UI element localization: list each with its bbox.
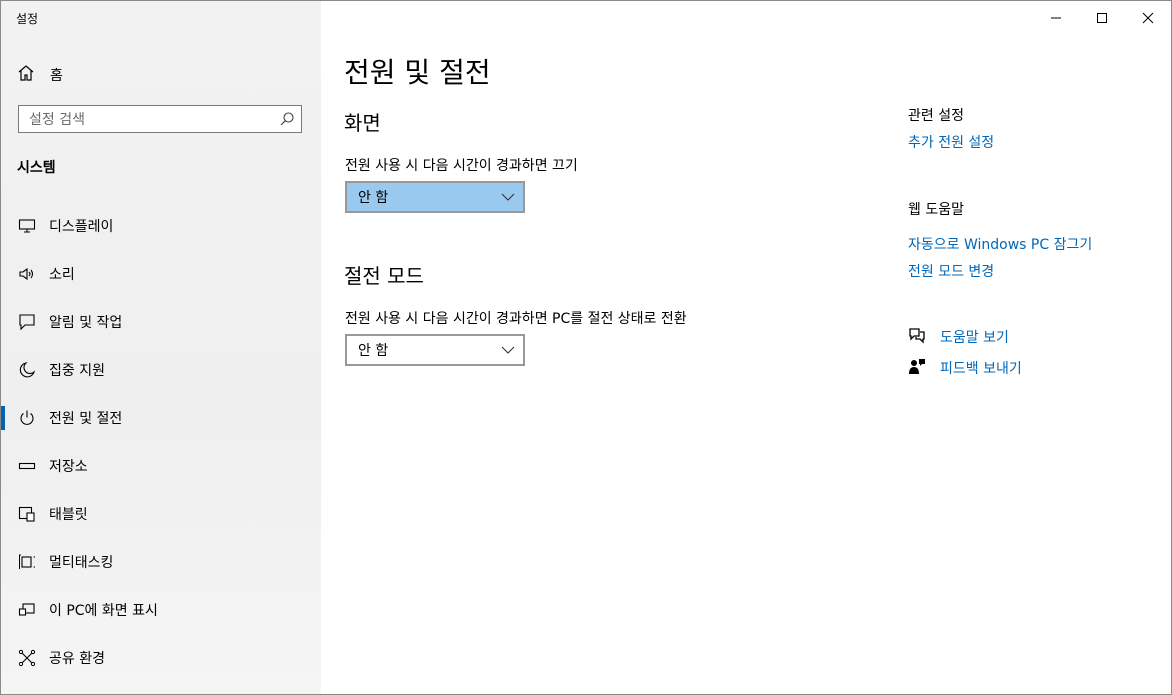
- minimize-button[interactable]: [1033, 1, 1079, 35]
- chevron-down-icon: [493, 193, 523, 201]
- get-help-label: 도움말 보기: [940, 330, 1009, 346]
- home-nav-item[interactable]: 홈: [16, 63, 63, 87]
- sidebar-item-label: 소리: [49, 267, 75, 283]
- home-label: 홈: [50, 68, 63, 84]
- multitasking-icon: [17, 552, 37, 572]
- section-title: 시스템: [17, 160, 56, 176]
- tablet-icon: [17, 504, 37, 524]
- sidebar-item-label: 저장소: [49, 459, 88, 475]
- sidebar-item-project[interactable]: 이 PC에 화면 표시: [1, 590, 321, 630]
- sidebar-item-notifications[interactable]: 알림 및 작업: [1, 302, 321, 342]
- project-icon: [17, 600, 37, 620]
- close-button[interactable]: [1125, 1, 1171, 35]
- sidebar-item-label: 이 PC에 화면 표시: [49, 603, 158, 619]
- moon-icon: [17, 360, 37, 380]
- sidebar-item-tablet[interactable]: 태블릿: [1, 494, 321, 534]
- send-feedback-label: 피드백 보내기: [940, 361, 1022, 377]
- lock-pc-link[interactable]: 자동으로 Windows PC 잠그기: [908, 234, 1092, 254]
- notification-icon: [17, 312, 37, 332]
- sidebar-item-label: 알림 및 작업: [49, 315, 123, 331]
- screen-description: 전원 사용 시 다음 시간이 경과하면 끄기: [345, 158, 578, 174]
- main-content: 전원 및 절전 화면 전원 사용 시 다음 시간이 경과하면 끄기 안 함 절전…: [322, 1, 1171, 694]
- sidebar-item-sound[interactable]: 소리: [1, 254, 321, 294]
- help-chat-icon: [908, 326, 926, 348]
- send-feedback-link[interactable]: 피드백 보내기: [908, 357, 1022, 379]
- screen-heading: 화면: [344, 111, 381, 135]
- sidebar-item-focus-assist[interactable]: 집중 지원: [1, 350, 321, 390]
- web-help-heading: 웹 도움말: [908, 202, 964, 218]
- sidebar: 설정 홈 설정 검색 시스템 디스플레이 소리 알림 및 작업 집중 지원 전원…: [1, 1, 321, 694]
- sidebar-item-multitasking[interactable]: 멀티태스킹: [1, 542, 321, 582]
- home-icon: [16, 63, 36, 87]
- monitor-icon: [17, 216, 37, 236]
- sidebar-item-power[interactable]: 전원 및 절전: [1, 398, 321, 438]
- window-controls: [1033, 1, 1171, 35]
- sidebar-item-label: 멀티태스킹: [49, 555, 114, 571]
- app-title: 설정: [16, 12, 39, 26]
- sidebar-item-label: 태블릿: [49, 507, 88, 523]
- shared-experience-icon: [17, 648, 37, 668]
- sidebar-item-label: 전원 및 절전: [49, 411, 123, 427]
- page-title: 전원 및 절전: [344, 56, 491, 89]
- feedback-icon: [908, 357, 926, 379]
- additional-power-settings-link[interactable]: 추가 전원 설정: [908, 132, 994, 152]
- search-icon[interactable]: [273, 106, 301, 132]
- sleep-description: 전원 사용 시 다음 시간이 경과하면 PC를 절전 상태로 전환: [345, 311, 687, 327]
- get-help-link[interactable]: 도움말 보기: [908, 326, 1009, 348]
- sleep-heading: 절전 모드: [344, 264, 424, 288]
- sidebar-item-shared-experiences[interactable]: 공유 환경: [1, 638, 321, 678]
- sleep-timeout-dropdown[interactable]: 안 함: [345, 334, 525, 366]
- sidebar-item-label: 공유 환경: [49, 651, 105, 667]
- storage-icon: [17, 456, 37, 476]
- speaker-icon: [17, 264, 37, 284]
- maximize-button[interactable]: [1079, 1, 1125, 35]
- change-power-mode-link[interactable]: 전원 모드 변경: [908, 261, 994, 281]
- sidebar-item-label: 집중 지원: [49, 363, 105, 379]
- power-icon: [17, 408, 37, 428]
- screen-timeout-value: 안 함: [358, 190, 389, 206]
- screen-timeout-dropdown[interactable]: 안 함: [345, 181, 525, 213]
- search-input[interactable]: 설정 검색: [18, 105, 302, 133]
- sidebar-item-display[interactable]: 디스플레이: [1, 206, 321, 246]
- sleep-timeout-value: 안 함: [358, 343, 389, 359]
- chevron-down-icon: [493, 346, 523, 354]
- search-placeholder: 설정 검색: [29, 112, 85, 128]
- sidebar-item-storage[interactable]: 저장소: [1, 446, 321, 486]
- related-settings-heading: 관련 설정: [908, 108, 964, 124]
- sidebar-item-label: 디스플레이: [49, 219, 114, 235]
